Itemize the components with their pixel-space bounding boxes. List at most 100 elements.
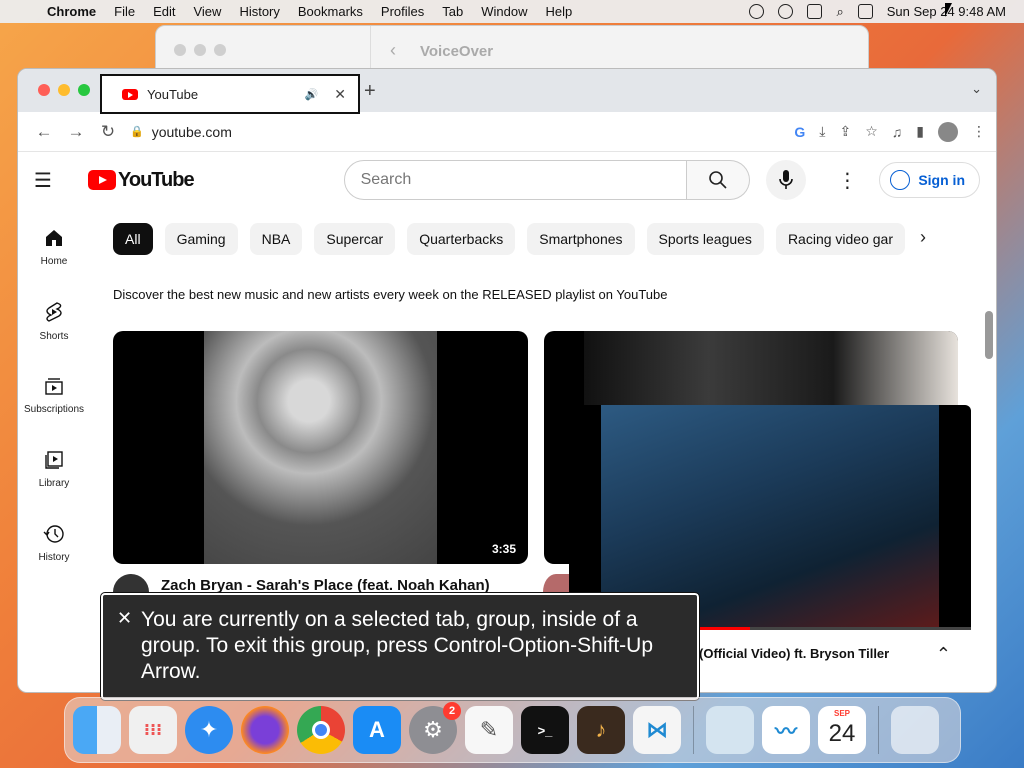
zoom-window-button[interactable] bbox=[78, 84, 90, 96]
accessibility-icon[interactable] bbox=[778, 4, 794, 19]
chip-nba[interactable]: NBA bbox=[249, 222, 303, 255]
media-controls-icon[interactable]: ♫ bbox=[892, 124, 903, 140]
menu-window[interactable]: Window bbox=[472, 4, 536, 19]
search-input[interactable]: Search bbox=[343, 160, 687, 200]
sidebar-item-library[interactable]: Library bbox=[18, 432, 90, 506]
sign-in-label: Sign in bbox=[918, 172, 965, 188]
menu-tab[interactable]: Tab bbox=[433, 4, 472, 19]
textedit-icon[interactable]: ✎ bbox=[465, 706, 513, 754]
sidebar-item-label: Shorts bbox=[39, 330, 69, 342]
chrome-icon[interactable] bbox=[297, 706, 345, 754]
sidebar-item-shorts[interactable]: Shorts bbox=[18, 284, 90, 358]
library-icon bbox=[45, 450, 63, 469]
microphone-icon bbox=[778, 170, 793, 189]
forward-button[interactable]: → bbox=[60, 122, 92, 142]
minimize-window-button[interactable] bbox=[58, 84, 70, 96]
system-settings-icon[interactable]: ⚙ 2 bbox=[409, 702, 461, 754]
close-window-button[interactable] bbox=[38, 84, 50, 96]
profile-avatar[interactable] bbox=[938, 121, 958, 142]
url-text: youtube.com bbox=[151, 123, 232, 140]
share-icon[interactable]: ⇪ bbox=[839, 123, 851, 140]
settings-kebab-icon[interactable]: ⋮ bbox=[837, 168, 857, 193]
bookmark-star-icon[interactable]: ☆ bbox=[865, 123, 878, 140]
close-tab-icon[interactable]: ✕ bbox=[334, 86, 346, 103]
menu-history[interactable]: History bbox=[230, 4, 288, 19]
chip-smartphones[interactable]: Smartphones bbox=[527, 222, 635, 255]
chrome-menu-icon[interactable]: ⋮ bbox=[972, 123, 986, 140]
mouse-cursor bbox=[945, 3, 952, 17]
menu-profiles[interactable]: Profiles bbox=[372, 4, 433, 19]
freeform-icon[interactable]: 〰 bbox=[762, 706, 810, 754]
shorts-icon bbox=[46, 301, 62, 322]
voiceover-caption-panel: ✕ You are currently on a selected tab, g… bbox=[100, 592, 700, 701]
install-app-icon[interactable]: ⤓ bbox=[819, 123, 825, 140]
spotlight-search-icon[interactable]: ⌕ bbox=[836, 4, 843, 20]
safari-icon[interactable]: ✦ bbox=[185, 706, 233, 754]
menu-bookmarks[interactable]: Bookmarks bbox=[289, 4, 372, 19]
video-thumbnail[interactable]: 3:35 bbox=[113, 331, 528, 564]
terminal-icon[interactable]: >_ bbox=[521, 706, 569, 754]
chip-supercar[interactable]: Supercar bbox=[314, 222, 396, 255]
google-lens-icon[interactable]: G bbox=[794, 124, 805, 140]
chip-sports-leagues[interactable]: Sports leagues bbox=[646, 222, 764, 255]
tab-title: YouTube bbox=[147, 86, 199, 102]
chevron-up-icon[interactable]: ⌃ bbox=[936, 644, 951, 665]
voice-search-button[interactable] bbox=[765, 160, 806, 200]
side-panel-icon[interactable]: ▮ bbox=[916, 123, 924, 140]
menu-view[interactable]: View bbox=[184, 4, 230, 19]
miniplayer-title[interactable]: (Official Video) ft. Bryson Tiller bbox=[699, 646, 889, 661]
lock-icon[interactable]: 🔒 bbox=[130, 125, 144, 138]
sidebar-item-subscriptions[interactable]: Subscriptions bbox=[18, 358, 90, 432]
youtube-header: ☰ YouTube Search ⋮ Sign in bbox=[18, 152, 996, 208]
sign-in-button[interactable]: Sign in bbox=[879, 162, 980, 198]
history-icon bbox=[43, 524, 64, 543]
trash-icon[interactable] bbox=[891, 706, 939, 754]
firefox-icon[interactable] bbox=[241, 706, 289, 754]
chip-all[interactable]: All bbox=[113, 222, 153, 255]
vscode-icon[interactable]: ⋈ bbox=[633, 706, 681, 754]
screen-mirroring-icon[interactable] bbox=[807, 4, 823, 19]
voiceover-window-title: VoiceOver bbox=[420, 43, 494, 60]
launchpad-icon[interactable]: ⁝⁝⁝ bbox=[129, 706, 177, 754]
sidebar-item-history[interactable]: History bbox=[18, 506, 90, 580]
youtube-play-icon bbox=[88, 170, 116, 190]
back-chevron-icon[interactable]: ‹ bbox=[390, 40, 396, 61]
search-button[interactable] bbox=[686, 160, 750, 200]
home-icon bbox=[46, 229, 62, 246]
chip-racing-video-games[interactable]: Racing video gar bbox=[775, 222, 905, 255]
sidebar-item-home[interactable]: Home bbox=[18, 210, 90, 284]
account-circle-icon bbox=[890, 170, 911, 190]
preview-icon[interactable] bbox=[706, 706, 754, 754]
menu-app-name[interactable]: Chrome bbox=[38, 4, 105, 19]
speaker-icon[interactable]: 🔊 bbox=[305, 88, 319, 101]
menu-help[interactable]: Help bbox=[537, 4, 582, 19]
menu-bar: Chrome File Edit View History Bookmarks … bbox=[0, 0, 1024, 23]
address-bar[interactable]: 🔒 youtube.com bbox=[130, 117, 794, 147]
chip-gaming[interactable]: Gaming bbox=[164, 222, 238, 255]
youtube-favicon-icon bbox=[122, 88, 138, 100]
filter-chips: All Gaming NBA Supercar Quarterbacks Sma… bbox=[113, 211, 958, 266]
reload-button[interactable]: ↻ bbox=[92, 122, 124, 142]
thumbnail-image bbox=[584, 331, 958, 411]
chevron-right-icon[interactable]: › bbox=[920, 227, 926, 248]
video-title[interactable]: Zach Bryan - Sarah's Place (feat. Noah K… bbox=[161, 577, 490, 594]
tab-search-chevron-icon[interactable]: ⌄ bbox=[971, 81, 982, 97]
back-button[interactable]: ← bbox=[28, 122, 60, 142]
tab-youtube[interactable]: YouTube 🔊 ✕ bbox=[100, 74, 360, 114]
sidebar-item-label: Home bbox=[40, 255, 68, 267]
menu-hamburger-icon[interactable]: ☰ bbox=[34, 168, 74, 193]
play-status-icon[interactable] bbox=[749, 4, 765, 19]
calendar-icon[interactable]: SEP 24 bbox=[818, 706, 866, 754]
finder-icon[interactable] bbox=[73, 706, 121, 754]
control-center-icon[interactable] bbox=[857, 4, 873, 19]
new-tab-button[interactable]: + bbox=[364, 80, 376, 103]
scrollbar[interactable] bbox=[985, 311, 993, 359]
menu-edit[interactable]: Edit bbox=[144, 4, 184, 19]
close-icon[interactable]: ✕ bbox=[117, 605, 132, 631]
garageband-icon[interactable]: ♪ bbox=[577, 706, 625, 754]
menu-file[interactable]: File bbox=[105, 4, 144, 19]
youtube-logo[interactable]: YouTube bbox=[88, 169, 195, 192]
subscriptions-icon bbox=[45, 377, 63, 395]
app-store-icon[interactable]: A bbox=[353, 706, 401, 754]
chip-quarterbacks[interactable]: Quarterbacks bbox=[407, 222, 516, 255]
